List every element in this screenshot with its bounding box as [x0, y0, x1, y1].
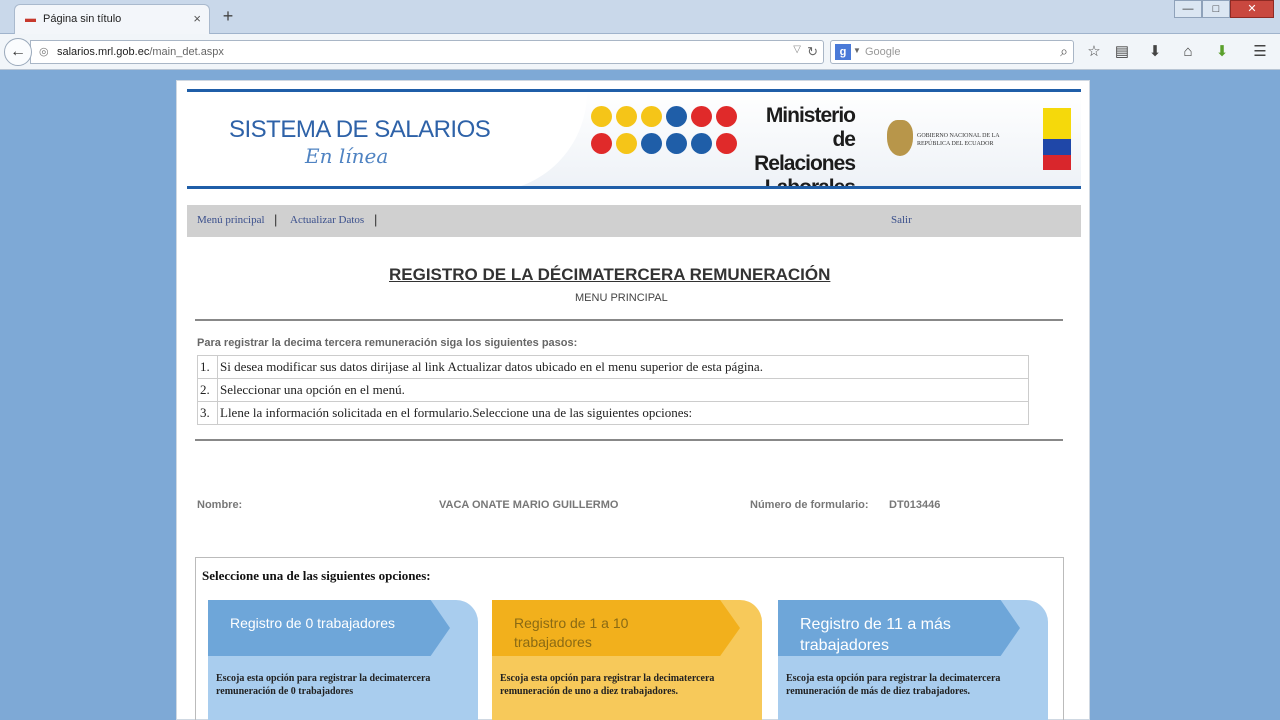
- page-title: REGISTRO DE LA DÉCIMATERCERA REMUNERACIÓ…: [389, 265, 831, 284]
- logo-dot: [666, 106, 687, 127]
- logo-dot: [666, 133, 687, 154]
- logo-dot: [716, 106, 737, 127]
- step-text: Llene la información solicitada en el fo…: [217, 401, 1029, 425]
- instructions-text: Para registrar la decima tercera remuner…: [197, 337, 578, 349]
- options-box: Seleccione una de las siguientes opcione…: [195, 557, 1064, 720]
- tab-title: Página sin título: [43, 13, 122, 25]
- options-heading: Seleccione una de las siguientes opcione…: [202, 568, 431, 583]
- bookmark-star-icon[interactable]: ☆: [1082, 40, 1106, 64]
- search-bar[interactable]: g ▼ Google ⌕: [830, 40, 1074, 64]
- logo-dot: [716, 133, 737, 154]
- menu-item-update-data[interactable]: Actualizar Datos: [290, 214, 364, 226]
- card-title: Registro de 0 trabajadores: [230, 615, 395, 631]
- government-text: GOBIERNO NACIONAL DE LA REPÚBLICA DEL EC…: [917, 133, 1000, 147]
- menu-item-logout[interactable]: Salir: [891, 214, 912, 226]
- url-path: /main_det.aspx: [149, 46, 224, 58]
- bookmarks-list-icon[interactable]: ▤: [1110, 40, 1134, 64]
- divider: [195, 439, 1063, 441]
- system-title: SISTEMA DE SALARIOS: [229, 116, 491, 143]
- url-bar[interactable]: ◎ salarios.mrl.gob.ec/main_det.aspx ▽ ↻: [30, 40, 824, 64]
- system-subtitle: En línea: [305, 144, 389, 168]
- menu-item-main[interactable]: Menú principal: [197, 214, 265, 226]
- back-arrow-icon: ←: [10, 43, 26, 60]
- step-number: 1.: [197, 355, 218, 379]
- card-title: Registro de 1 a 10 trabajadores: [514, 615, 629, 650]
- engine-dropdown-icon[interactable]: ▼: [853, 46, 861, 55]
- card-description: Escoja esta opción para registrar la dec…: [216, 673, 431, 697]
- card-title: Registro de 11 a más trabajadores: [800, 616, 951, 654]
- menu-separator: |: [374, 212, 378, 227]
- name-value: VACA ONATE MARIO GUILLERMO: [439, 499, 619, 511]
- card-description: Escoja esta opción para registrar la dec…: [500, 673, 715, 697]
- downloads-icon[interactable]: ⬇: [1143, 40, 1167, 64]
- reload-icon[interactable]: ↻: [807, 44, 818, 60]
- back-button[interactable]: ←: [4, 38, 32, 66]
- name-label: Nombre:: [197, 499, 243, 511]
- site-header: SISTEMA DE SALARIOS En línea Ministerio …: [187, 89, 1081, 189]
- ministry-logo-dots: [591, 106, 759, 162]
- step-text: Seleccionar una opción en el menú.: [217, 378, 1029, 402]
- page-favicon-icon: ▬: [25, 13, 36, 25]
- step-text: Si desea modificar sus datos dirijase al…: [217, 355, 1029, 379]
- search-icon[interactable]: ⌕: [1060, 43, 1068, 60]
- logo-dot: [616, 133, 637, 154]
- coat-of-arms-icon: [887, 120, 913, 156]
- table-row: 3. Llene la información solicitada en el…: [197, 401, 1029, 425]
- step-number: 2.: [197, 378, 218, 402]
- url-domain: salarios.mrl.gob.ec: [57, 46, 150, 58]
- form-number-label: Número de formulario:: [750, 499, 869, 511]
- browser-tab[interactable]: ▬ Página sin título ×: [14, 4, 210, 34]
- search-engine-icon[interactable]: g: [835, 44, 851, 60]
- option-card-11-more-workers[interactable]: Registro de 11 a más trabajadores Escoja…: [778, 600, 1048, 720]
- logo-dot: [591, 106, 612, 127]
- new-tab-button[interactable]: +: [218, 6, 238, 27]
- ministry-name: Ministerio de Relaciones Laborales: [737, 104, 856, 189]
- menu-hamburger-icon[interactable]: ☰: [1248, 40, 1272, 64]
- steps-table: 1. Si desea modificar sus datos dirijase…: [197, 355, 1029, 425]
- window-controls: — □ ✕: [1174, 0, 1274, 20]
- browser-tabstrip: ▬ Página sin título × + — □ ✕: [0, 0, 1280, 34]
- table-row: 1. Si desea modificar sus datos dirijase…: [197, 355, 1029, 379]
- minimize-button[interactable]: —: [1174, 0, 1202, 18]
- ministry-line-1: Ministerio: [765, 104, 856, 127]
- ministry-line-3: Laborales: [764, 176, 856, 189]
- ministry-line-2: de Relaciones: [754, 128, 856, 175]
- globe-icon: ◎: [39, 46, 49, 58]
- addon-download-icon[interactable]: ⬇: [1210, 40, 1234, 64]
- logo-dot: [616, 106, 637, 127]
- logo-dot: [691, 106, 712, 127]
- option-card-1-10-workers[interactable]: Registro de 1 a 10 trabajadores Escoja e…: [492, 600, 762, 720]
- top-menu: Menú principal | Actualizar Datos | Sali…: [187, 205, 1081, 237]
- option-card-0-workers[interactable]: Registro de 0 trabajadores Escoja esta o…: [208, 600, 478, 720]
- maximize-button[interactable]: □: [1202, 0, 1230, 18]
- form-number-value: DT013446: [889, 499, 941, 511]
- ecuador-flag-icon: [1043, 108, 1071, 170]
- search-placeholder: Google: [865, 46, 901, 58]
- url-text[interactable]: salarios.mrl.gob.ec/main_det.aspx: [57, 46, 224, 58]
- url-dropdown-icon[interactable]: ▽: [793, 44, 801, 55]
- divider: [195, 319, 1063, 321]
- page-content: SISTEMA DE SALARIOS En línea Ministerio …: [176, 80, 1090, 720]
- logo-dot: [641, 106, 662, 127]
- tab-close-icon[interactable]: ×: [193, 11, 201, 26]
- home-icon[interactable]: ⌂: [1176, 40, 1200, 64]
- step-number: 3.: [197, 401, 218, 425]
- logo-dot: [591, 133, 612, 154]
- logo-dot: [691, 133, 712, 154]
- window-close-button[interactable]: ✕: [1230, 0, 1274, 18]
- card-description: Escoja esta opción para registrar la dec…: [786, 673, 1001, 697]
- page-subtitle: MENU PRINCIPAL: [575, 292, 668, 304]
- logo-dot: [641, 133, 662, 154]
- table-row: 2. Seleccionar una opción en el menú.: [197, 378, 1029, 402]
- menu-separator: |: [274, 212, 278, 227]
